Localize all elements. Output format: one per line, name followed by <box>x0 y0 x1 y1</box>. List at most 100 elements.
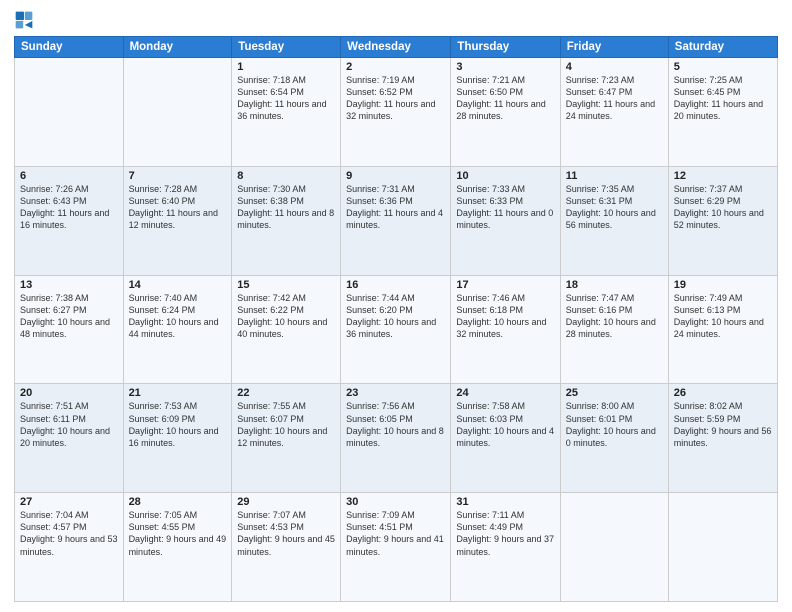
day-number: 2 <box>346 61 445 73</box>
day-info: Sunrise: 7:31 AM Sunset: 6:36 PM Dayligh… <box>346 183 445 232</box>
calendar-cell: 15Sunrise: 7:42 AM Sunset: 6:22 PM Dayli… <box>232 275 341 384</box>
day-info: Sunrise: 7:46 AM Sunset: 6:18 PM Dayligh… <box>456 292 554 341</box>
day-number: 7 <box>129 170 227 182</box>
week-row-3: 13Sunrise: 7:38 AM Sunset: 6:27 PM Dayli… <box>15 275 778 384</box>
day-number: 22 <box>237 387 335 399</box>
weekday-header-monday: Monday <box>123 37 232 58</box>
weekday-header-tuesday: Tuesday <box>232 37 341 58</box>
day-number: 3 <box>456 61 554 73</box>
day-number: 8 <box>237 170 335 182</box>
day-number: 4 <box>566 61 663 73</box>
week-row-1: 1Sunrise: 7:18 AM Sunset: 6:54 PM Daylig… <box>15 58 778 167</box>
day-info: Sunrise: 7:47 AM Sunset: 6:16 PM Dayligh… <box>566 292 663 341</box>
day-info: Sunrise: 7:55 AM Sunset: 6:07 PM Dayligh… <box>237 400 335 449</box>
calendar-cell: 7Sunrise: 7:28 AM Sunset: 6:40 PM Daylig… <box>123 166 232 275</box>
day-info: Sunrise: 7:40 AM Sunset: 6:24 PM Dayligh… <box>129 292 227 341</box>
calendar-cell <box>560 493 668 602</box>
day-number: 24 <box>456 387 554 399</box>
calendar-cell: 8Sunrise: 7:30 AM Sunset: 6:38 PM Daylig… <box>232 166 341 275</box>
day-info: Sunrise: 7:37 AM Sunset: 6:29 PM Dayligh… <box>674 183 772 232</box>
day-number: 25 <box>566 387 663 399</box>
page-header <box>14 10 778 30</box>
day-info: Sunrise: 7:26 AM Sunset: 6:43 PM Dayligh… <box>20 183 118 232</box>
day-number: 14 <box>129 279 227 291</box>
calendar-cell: 18Sunrise: 7:47 AM Sunset: 6:16 PM Dayli… <box>560 275 668 384</box>
calendar-cell: 21Sunrise: 7:53 AM Sunset: 6:09 PM Dayli… <box>123 384 232 493</box>
day-info: Sunrise: 7:35 AM Sunset: 6:31 PM Dayligh… <box>566 183 663 232</box>
weekday-header-saturday: Saturday <box>668 37 777 58</box>
day-number: 29 <box>237 496 335 508</box>
day-info: Sunrise: 7:28 AM Sunset: 6:40 PM Dayligh… <box>129 183 227 232</box>
calendar-cell: 25Sunrise: 8:00 AM Sunset: 6:01 PM Dayli… <box>560 384 668 493</box>
calendar-cell: 5Sunrise: 7:25 AM Sunset: 6:45 PM Daylig… <box>668 58 777 167</box>
weekday-header-wednesday: Wednesday <box>341 37 451 58</box>
day-info: Sunrise: 7:49 AM Sunset: 6:13 PM Dayligh… <box>674 292 772 341</box>
calendar-page: SundayMondayTuesdayWednesdayThursdayFrid… <box>0 0 792 612</box>
calendar-cell: 4Sunrise: 7:23 AM Sunset: 6:47 PM Daylig… <box>560 58 668 167</box>
day-info: Sunrise: 7:44 AM Sunset: 6:20 PM Dayligh… <box>346 292 445 341</box>
day-number: 21 <box>129 387 227 399</box>
weekday-header-thursday: Thursday <box>451 37 560 58</box>
day-number: 28 <box>129 496 227 508</box>
logo <box>14 10 36 30</box>
calendar-cell: 3Sunrise: 7:21 AM Sunset: 6:50 PM Daylig… <box>451 58 560 167</box>
day-number: 6 <box>20 170 118 182</box>
calendar-table: SundayMondayTuesdayWednesdayThursdayFrid… <box>14 36 778 602</box>
day-info: Sunrise: 8:00 AM Sunset: 6:01 PM Dayligh… <box>566 400 663 449</box>
calendar-cell <box>668 493 777 602</box>
weekday-header-row: SundayMondayTuesdayWednesdayThursdayFrid… <box>15 37 778 58</box>
day-info: Sunrise: 7:05 AM Sunset: 4:55 PM Dayligh… <box>129 509 227 558</box>
day-info: Sunrise: 7:51 AM Sunset: 6:11 PM Dayligh… <box>20 400 118 449</box>
day-info: Sunrise: 7:09 AM Sunset: 4:51 PM Dayligh… <box>346 509 445 558</box>
day-number: 10 <box>456 170 554 182</box>
calendar-cell: 13Sunrise: 7:38 AM Sunset: 6:27 PM Dayli… <box>15 275 124 384</box>
calendar-cell: 30Sunrise: 7:09 AM Sunset: 4:51 PM Dayli… <box>341 493 451 602</box>
calendar-cell: 19Sunrise: 7:49 AM Sunset: 6:13 PM Dayli… <box>668 275 777 384</box>
calendar-cell: 28Sunrise: 7:05 AM Sunset: 4:55 PM Dayli… <box>123 493 232 602</box>
day-info: Sunrise: 7:19 AM Sunset: 6:52 PM Dayligh… <box>346 74 445 123</box>
calendar-cell: 9Sunrise: 7:31 AM Sunset: 6:36 PM Daylig… <box>341 166 451 275</box>
day-number: 12 <box>674 170 772 182</box>
day-info: Sunrise: 7:11 AM Sunset: 4:49 PM Dayligh… <box>456 509 554 558</box>
day-number: 26 <box>674 387 772 399</box>
calendar-cell: 14Sunrise: 7:40 AM Sunset: 6:24 PM Dayli… <box>123 275 232 384</box>
day-number: 27 <box>20 496 118 508</box>
calendar-cell: 20Sunrise: 7:51 AM Sunset: 6:11 PM Dayli… <box>15 384 124 493</box>
calendar-cell: 10Sunrise: 7:33 AM Sunset: 6:33 PM Dayli… <box>451 166 560 275</box>
calendar-cell: 17Sunrise: 7:46 AM Sunset: 6:18 PM Dayli… <box>451 275 560 384</box>
day-number: 18 <box>566 279 663 291</box>
day-info: Sunrise: 7:42 AM Sunset: 6:22 PM Dayligh… <box>237 292 335 341</box>
day-number: 30 <box>346 496 445 508</box>
calendar-cell: 2Sunrise: 7:19 AM Sunset: 6:52 PM Daylig… <box>341 58 451 167</box>
logo-icon <box>14 10 34 30</box>
week-row-4: 20Sunrise: 7:51 AM Sunset: 6:11 PM Dayli… <box>15 384 778 493</box>
weekday-header-friday: Friday <box>560 37 668 58</box>
calendar-cell: 1Sunrise: 7:18 AM Sunset: 6:54 PM Daylig… <box>232 58 341 167</box>
day-info: Sunrise: 7:18 AM Sunset: 6:54 PM Dayligh… <box>237 74 335 123</box>
weekday-header-sunday: Sunday <box>15 37 124 58</box>
calendar-cell: 6Sunrise: 7:26 AM Sunset: 6:43 PM Daylig… <box>15 166 124 275</box>
day-number: 31 <box>456 496 554 508</box>
calendar-cell: 22Sunrise: 7:55 AM Sunset: 6:07 PM Dayli… <box>232 384 341 493</box>
day-number: 1 <box>237 61 335 73</box>
day-number: 17 <box>456 279 554 291</box>
calendar-cell: 27Sunrise: 7:04 AM Sunset: 4:57 PM Dayli… <box>15 493 124 602</box>
day-number: 20 <box>20 387 118 399</box>
day-number: 15 <box>237 279 335 291</box>
day-number: 11 <box>566 170 663 182</box>
calendar-cell: 29Sunrise: 7:07 AM Sunset: 4:53 PM Dayli… <box>232 493 341 602</box>
week-row-5: 27Sunrise: 7:04 AM Sunset: 4:57 PM Dayli… <box>15 493 778 602</box>
week-row-2: 6Sunrise: 7:26 AM Sunset: 6:43 PM Daylig… <box>15 166 778 275</box>
day-number: 16 <box>346 279 445 291</box>
day-info: Sunrise: 8:02 AM Sunset: 5:59 PM Dayligh… <box>674 400 772 449</box>
calendar-cell: 26Sunrise: 8:02 AM Sunset: 5:59 PM Dayli… <box>668 384 777 493</box>
day-info: Sunrise: 7:07 AM Sunset: 4:53 PM Dayligh… <box>237 509 335 558</box>
day-info: Sunrise: 7:04 AM Sunset: 4:57 PM Dayligh… <box>20 509 118 558</box>
calendar-cell: 16Sunrise: 7:44 AM Sunset: 6:20 PM Dayli… <box>341 275 451 384</box>
day-info: Sunrise: 7:30 AM Sunset: 6:38 PM Dayligh… <box>237 183 335 232</box>
calendar-cell: 11Sunrise: 7:35 AM Sunset: 6:31 PM Dayli… <box>560 166 668 275</box>
calendar-cell: 12Sunrise: 7:37 AM Sunset: 6:29 PM Dayli… <box>668 166 777 275</box>
day-info: Sunrise: 7:33 AM Sunset: 6:33 PM Dayligh… <box>456 183 554 232</box>
day-number: 23 <box>346 387 445 399</box>
day-info: Sunrise: 7:38 AM Sunset: 6:27 PM Dayligh… <box>20 292 118 341</box>
